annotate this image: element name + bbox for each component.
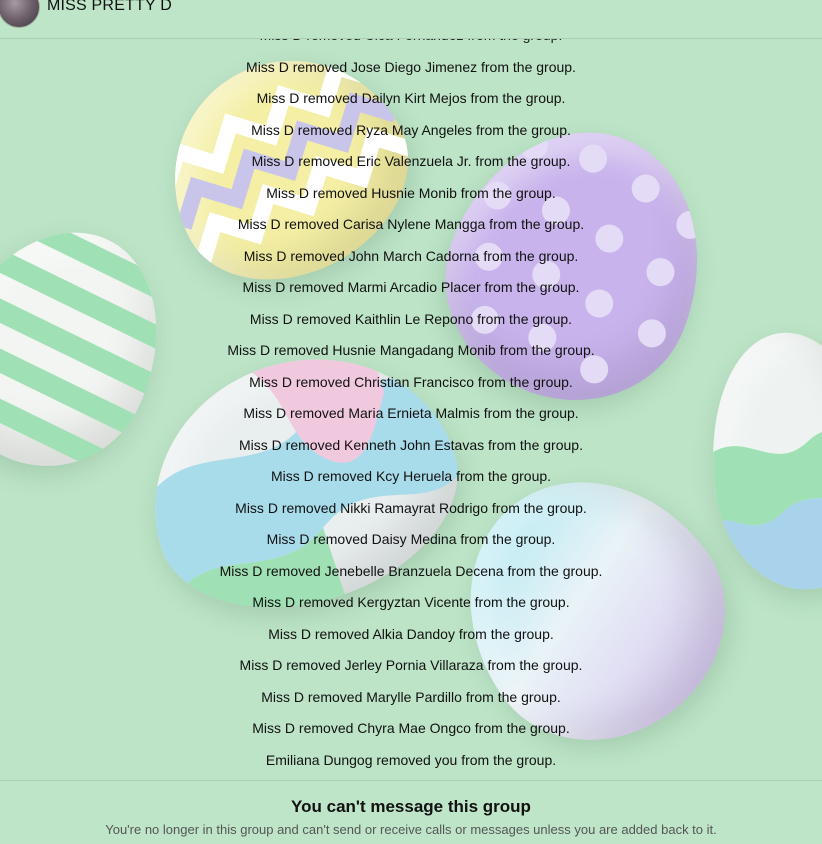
system-message: Miss D removed Kcy Heruela from the grou… [270, 468, 552, 484]
system-message: Miss D removed Jerley Pornia Villaraza f… [239, 657, 583, 673]
system-message: Miss D removed Jose Diego Jimenez from t… [246, 58, 576, 75]
group-notice-footer: You can't message this group You're no l… [0, 780, 822, 844]
system-message: Miss D removed Dailyn Kirt Mejos from th… [256, 90, 566, 106]
message-list: Miss D removed Cica Fernandez from the g… [0, 20, 822, 776]
system-message: Miss D removed Husnie Mangadang Monib fr… [227, 342, 595, 358]
group-avatar[interactable] [0, 0, 40, 28]
cannot-message-title: You can't message this group [291, 797, 531, 816]
system-message: Miss D removed Nikki Ramayrat Rodrigo fr… [235, 499, 587, 516]
system-message: Miss D removed Alkia Dandoy from the gro… [268, 625, 554, 642]
group-name[interactable]: MISS PRETTY D [47, 0, 172, 15]
system-message: Miss D removed Maria Ernieta Malmis from… [243, 405, 579, 421]
system-message: Miss D removed Christian Francisco from … [249, 373, 573, 390]
system-message: Miss D removed Husnie Monib from the gro… [266, 184, 556, 201]
system-message: Miss D removed Eric Valenzuela Jr. from … [251, 153, 571, 169]
chat-window: MISS PRETTY D Miss D removed Cica Fernan… [0, 0, 822, 844]
system-message: Miss D removed Kaithlin Le Repono from t… [249, 310, 573, 327]
system-message: Miss D removed Carisa Nylene Mangga from… [237, 216, 585, 232]
system-message: Miss D removed Marylle Pardillo from the… [261, 688, 561, 705]
system-message: Miss D removed Kenneth John Estavas from… [239, 436, 583, 453]
system-message: Miss D removed Kergyztan Vicente from th… [252, 594, 570, 610]
system-message: Miss D removed Chyra Mae Ongco from the … [252, 720, 570, 736]
system-message: Miss D removed Ryza May Angeles from the… [251, 121, 571, 138]
system-message: Miss D removed John March Cadorna from t… [243, 247, 579, 264]
system-message: Miss D removed Jenebelle Branzuela Decen… [219, 562, 603, 579]
cannot-message-subtitle: You're no longer in this group and can't… [105, 822, 717, 837]
system-message: Miss D removed Marmi Arcadio Placer from… [242, 279, 580, 295]
chat-header: MISS PRETTY D [0, 0, 822, 39]
system-message: Emiliana Dungog removed you from the gro… [265, 751, 557, 768]
system-message: Miss D removed Daisy Medina from the gro… [266, 531, 556, 547]
